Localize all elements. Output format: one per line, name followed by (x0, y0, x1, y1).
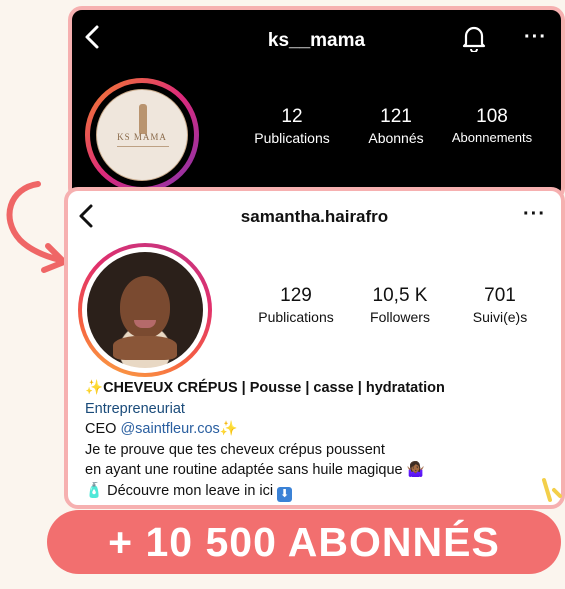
stat-publications[interactable]: 129 Publications (236, 285, 356, 325)
mention-link[interactable]: @saintfleur.cos (120, 421, 219, 437)
bio-category[interactable]: Entrepreneuriat (85, 399, 445, 420)
stat-followers[interactable]: 121 Abonnés (346, 106, 446, 146)
bottom-profile-card: samantha.hairafro ··· 129 Publications 1… (64, 187, 565, 509)
down-arrow-icon: ⬇ (277, 486, 293, 502)
stat-following[interactable]: 108 Abonnements (442, 106, 542, 145)
followers-banner: + 10 500 ABONNÉS (47, 510, 561, 574)
bio-line: 🧴 Découvre mon leave in ici ⬇ (85, 481, 445, 502)
bio-ceo-line: CEO @saintfleur.cos✨ (85, 421, 238, 437)
bell-icon[interactable] (462, 24, 486, 57)
avatar[interactable]: KS MAMA (85, 78, 199, 192)
bio-headline: ✨CHEVEUX CRÉPUS | Pousse | casse | hydra… (85, 380, 445, 396)
profile-photo (87, 252, 203, 368)
profile-username: ks__mama (267, 30, 366, 51)
bio-line: en ayant une routine adaptée sans huile … (85, 462, 425, 478)
avatar[interactable] (78, 243, 212, 377)
stat-publications[interactable]: 12 Publications (242, 106, 342, 146)
more-options-icon[interactable]: ··· (524, 26, 547, 49)
bottle-icon: 🧴 (85, 482, 104, 499)
sparkle-decoration-icon (542, 478, 562, 502)
top-profile-card: ks__mama ··· KS MAMA 12 Publications 121… (68, 6, 565, 202)
bio-line: Je te prouve que tes cheveux crépus pous… (85, 441, 385, 458)
ks-mama-logo: KS MAMA (96, 89, 188, 181)
more-options-icon[interactable]: ··· (523, 203, 546, 226)
stat-following[interactable]: 701 Suivi(e)s (440, 285, 560, 325)
profile-bio: ✨CHEVEUX CRÉPUS | Pousse | casse | hydra… (85, 378, 445, 502)
shrug-emoji-icon: 🤷🏾‍♀️ (406, 462, 425, 478)
sparkles-icon: ✨ (219, 421, 238, 437)
profile-username: samantha.hairafro (240, 207, 389, 226)
sparkles-icon: ✨ (85, 380, 104, 396)
